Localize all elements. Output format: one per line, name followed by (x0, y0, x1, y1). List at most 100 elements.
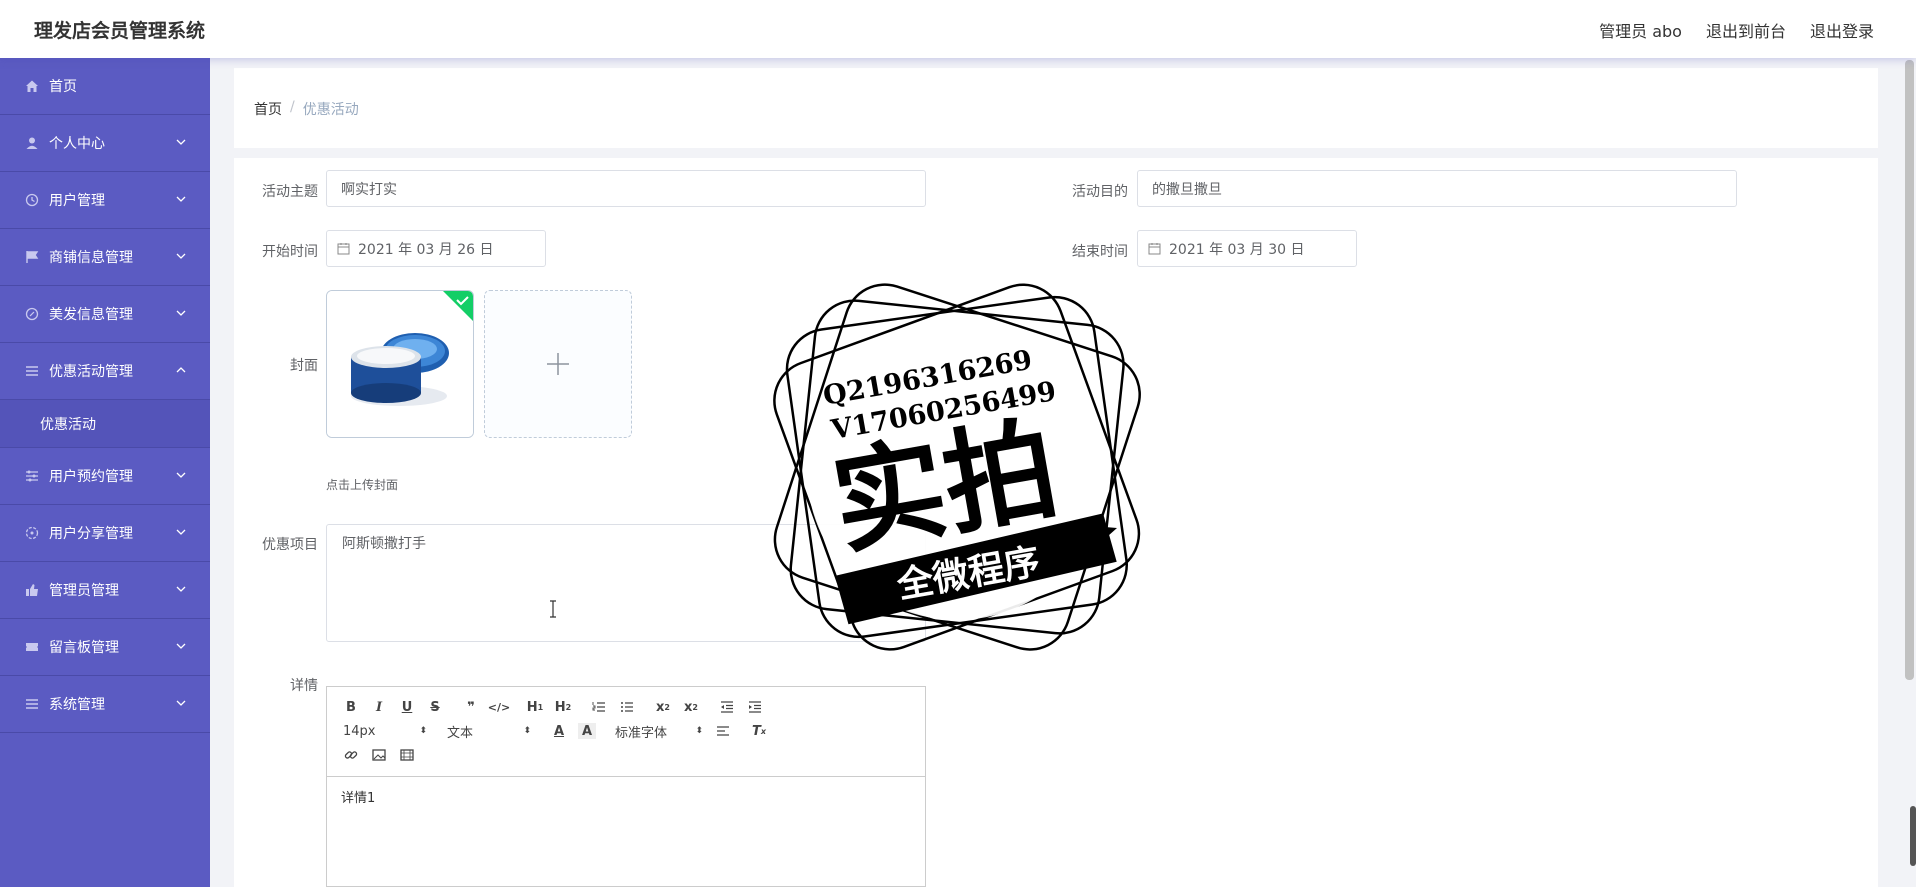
rich-text-editor: B I U S ❞ </> H1 H2 x2 x2 14px ⬍ 文本 ⬍ A … (326, 686, 926, 887)
user-icon (24, 135, 40, 151)
chevron-down-icon (176, 310, 186, 316)
menu-icon (24, 363, 40, 379)
purpose-input[interactable]: 的撒旦撒旦 (1137, 170, 1737, 207)
sidebar-item-reservations[interactable]: 用户预约管理 (0, 448, 210, 505)
link-button[interactable] (337, 743, 365, 767)
sidebar: 首页 个人中心 用户管理 商铺信息管理 美发信息管理 优惠活动管理 优惠活动 用… (0, 58, 210, 887)
chevron-down-icon (176, 700, 186, 706)
plus-icon (547, 353, 569, 375)
app-title: 理发店会员管理系统 (34, 20, 206, 42)
theme-input[interactable]: 啊实打实 (326, 170, 926, 207)
page-scrollbar[interactable] (1905, 60, 1914, 680)
sidebar-item-home[interactable]: 首页 (0, 58, 210, 115)
chevron-down-icon (176, 643, 186, 649)
font-size-value: 14px (343, 723, 376, 739)
chevron-down-icon (176, 196, 186, 202)
select-arrows-icon: ⬍ (695, 726, 703, 736)
font-color-button[interactable]: A (545, 719, 573, 743)
sidebar-item-label: 商铺信息管理 (49, 250, 133, 266)
logout-link[interactable]: 退出登录 (1810, 18, 1874, 42)
sidebar-subitem-promotion[interactable]: 优惠活动 (0, 400, 210, 448)
thumb-icon (24, 582, 40, 598)
sidebar-item-label: 优惠活动管理 (49, 364, 133, 380)
editor-toolbar: B I U S ❞ </> H1 H2 x2 x2 14px ⬍ 文本 ⬍ A … (327, 687, 925, 777)
theme-label: 活动主题 (262, 184, 318, 200)
end-date-picker[interactable]: 2021 年 03 月 30 日 (1137, 230, 1357, 267)
flag-icon (24, 249, 40, 265)
sidebar-item-promotion[interactable]: 优惠活动管理 (0, 343, 210, 400)
font-family-select[interactable]: 标准字体 ⬍ (609, 719, 709, 743)
clear-format-button[interactable]: Tx (745, 719, 773, 743)
breadcrumb-separator: / (290, 99, 295, 115)
detail-label: 详情 (290, 678, 318, 694)
chevron-down-icon (176, 139, 186, 145)
blockquote-button[interactable]: ❞ (457, 695, 485, 719)
code-block-button[interactable]: </> (485, 695, 513, 719)
home-icon (24, 78, 40, 94)
image-icon (372, 749, 386, 761)
video-icon (400, 749, 414, 761)
sidebar-item-label: 用户预约管理 (49, 469, 133, 485)
outdent-button[interactable] (713, 695, 741, 719)
chevron-up-icon (176, 367, 186, 373)
calendar-icon (337, 243, 350, 255)
sidebar-item-shares[interactable]: 用户分享管理 (0, 505, 210, 562)
bullet-list-button[interactable] (613, 695, 641, 719)
cover-upload-tip: 点击上传封面 (326, 478, 399, 492)
text-cursor-icon (550, 600, 556, 618)
sidebar-item-personal-center[interactable]: 个人中心 (0, 115, 210, 172)
breadcrumb-card: 首页 / 优惠活动 (234, 68, 1878, 148)
target-icon (24, 525, 40, 541)
calendar-icon (1148, 243, 1161, 255)
block-type-select[interactable]: 文本 ⬍ (441, 719, 537, 743)
exit-to-frontend-link[interactable]: 退出到前台 (1706, 18, 1786, 42)
italic-button[interactable]: I (365, 695, 393, 719)
cover-upload-button[interactable] (484, 290, 632, 438)
background-color-button[interactable]: A (578, 723, 596, 739)
list-icon (24, 696, 40, 712)
sidebar-item-system[interactable]: 系统管理 (0, 676, 210, 733)
superscript-button[interactable]: x2 (677, 695, 705, 719)
cream-jar-image (327, 291, 473, 437)
link-icon (344, 751, 358, 759)
sidebar-item-users[interactable]: 用户管理 (0, 172, 210, 229)
sidebar-item-messages[interactable]: 留言板管理 (0, 619, 210, 676)
cover-image-thumbnail[interactable] (326, 290, 474, 438)
image-button[interactable] (365, 743, 393, 767)
admin-user-link[interactable]: 管理员 abo (1599, 18, 1682, 42)
strike-button[interactable]: S (421, 695, 449, 719)
subscript-button[interactable]: x2 (649, 695, 677, 719)
bold-button[interactable]: B (337, 695, 365, 719)
purpose-label: 活动目的 (1072, 184, 1128, 200)
breadcrumb-home[interactable]: 首页 (254, 99, 282, 119)
sidebar-subitem-label: 优惠活动 (40, 416, 96, 433)
font-size-select[interactable]: 14px ⬍ (337, 719, 433, 743)
start-date-picker[interactable]: 2021 年 03 月 26 日 (326, 230, 546, 267)
video-button[interactable] (393, 743, 421, 767)
sidebar-item-hair-info[interactable]: 美发信息管理 (0, 286, 210, 343)
breadcrumb: 首页 / 优惠活动 (254, 99, 359, 119)
align-button[interactable] (709, 719, 737, 743)
heading-1-button[interactable]: H1 (521, 695, 549, 719)
sidebar-item-label: 个人中心 (49, 136, 105, 152)
sidebar-item-admins[interactable]: 管理员管理 (0, 562, 210, 619)
items-textarea[interactable]: 阿斯顿撒打手 (326, 524, 926, 642)
promotion-form: 活动主题 啊实打实 活动目的 的撒旦撒旦 开始时间 2021 年 03 月 26… (234, 158, 1878, 887)
sidebar-item-label: 用户分享管理 (49, 526, 133, 542)
ordered-list-button[interactable] (585, 695, 613, 719)
block-type-value: 文本 (447, 725, 474, 741)
scrollbar-thumb[interactable] (1910, 806, 1916, 866)
ticket-icon (24, 639, 40, 655)
chevron-down-icon (176, 253, 186, 259)
bullet-list-icon (621, 702, 633, 712)
sidebar-item-label: 系统管理 (49, 697, 105, 713)
editor-content[interactable]: 详情1 (327, 777, 925, 816)
breadcrumb-current: 优惠活动 (302, 102, 359, 118)
indent-icon (749, 701, 761, 713)
end-time-label: 结束时间 (1072, 244, 1128, 260)
indent-button[interactable] (741, 695, 769, 719)
heading-2-button[interactable]: H2 (549, 695, 577, 719)
underline-button[interactable]: U (393, 695, 421, 719)
sidebar-item-shop-info[interactable]: 商铺信息管理 (0, 229, 210, 286)
align-left-icon (717, 726, 729, 736)
